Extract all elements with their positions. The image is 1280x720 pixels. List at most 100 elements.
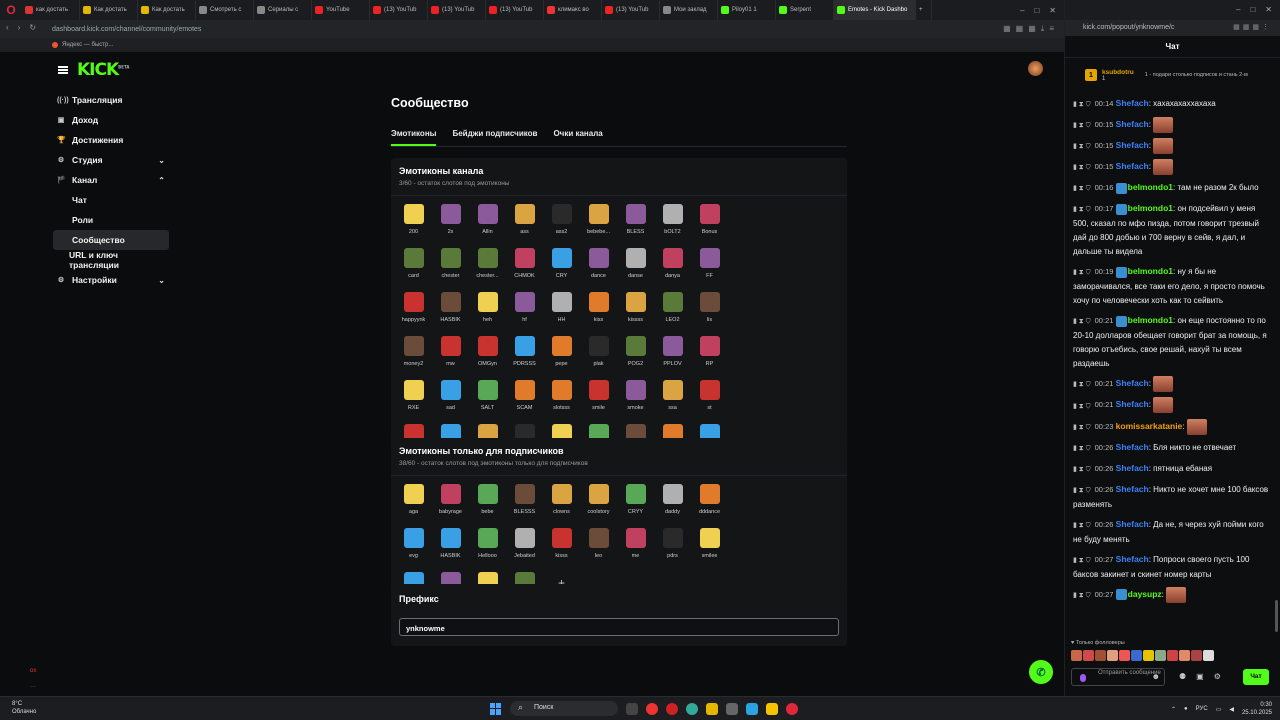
sidebar-item[interactable]: ((·)) Трансляция [53, 90, 169, 110]
language-indicator[interactable]: РУС [1196, 706, 1208, 712]
browser-tab[interactable]: YouTube [312, 0, 370, 20]
chat-fab-button[interactable]: ✆ [1029, 660, 1053, 684]
maximize-icon[interactable]: □ [1250, 5, 1255, 20]
page-tab[interactable]: Бейджи подписчиков [452, 129, 537, 146]
emote-item[interactable]: clowns [543, 482, 580, 522]
emote-item[interactable]: dance [580, 246, 617, 286]
sidebar-item[interactable]: 🏆 Достижения [53, 130, 169, 150]
extension-icon[interactable]: ▦ [1028, 24, 1036, 34]
quick-emote-image[interactable] [1131, 650, 1142, 661]
emote-item[interactable]: chester... [469, 246, 506, 286]
emote-item[interactable]: smile [580, 378, 617, 418]
volume-icon[interactable]: ◀ [1229, 706, 1234, 713]
emote-item[interactable]: lis [691, 290, 728, 330]
chevron-icon[interactable]: ⌄ [158, 276, 169, 285]
telegram-icon[interactable] [746, 702, 758, 715]
quick-emote-image[interactable] [1095, 650, 1106, 661]
forward-icon[interactable]: › [18, 23, 21, 32]
sidebar-item[interactable]: ▣ Доход [53, 110, 169, 130]
user-avatar[interactable] [1028, 61, 1043, 76]
emote-item[interactable]: ass2 [543, 202, 580, 242]
message-username[interactable]: Shefach [1116, 519, 1149, 529]
url-field[interactable]: dashboard.kick.com/channel/community/emo… [52, 26, 201, 33]
emote-item[interactable]: Allin [469, 202, 506, 242]
extensions-icon[interactable]: ▦▦▦⋮ [1233, 23, 1272, 31]
emote-item[interactable]: card [395, 246, 432, 286]
emote-item[interactable]: BLESS [617, 202, 654, 242]
emote-item[interactable]: HH [543, 290, 580, 330]
new-tab-button[interactable]: + [916, 0, 932, 20]
browser-tab[interactable]: климакс во [544, 0, 602, 20]
emote-item[interactable]: CRYY [617, 482, 654, 522]
emoji-icon[interactable]: ☻ [1152, 673, 1160, 681]
message-username[interactable]: belmondo1 [1128, 203, 1173, 213]
xbox-icon[interactable] [686, 702, 698, 715]
yandex-icon[interactable] [646, 702, 658, 715]
chat-scrollbar[interactable] [1275, 600, 1278, 632]
extension-icon[interactable]: ▦ [1003, 24, 1011, 34]
app-icon[interactable] [766, 702, 778, 715]
sidebar-item[interactable]: Роли [53, 210, 169, 230]
emote-item[interactable]: PPLOV [654, 334, 691, 374]
quick-emote-image[interactable] [1071, 650, 1082, 661]
opera-logo-icon[interactable]: O [0, 0, 22, 20]
emote-item[interactable]: babyrage [432, 482, 469, 522]
emote-item[interactable]: smoke [617, 378, 654, 418]
emote-item[interactable]: bebebe... [580, 202, 617, 242]
emote-item[interactable]: evg [395, 526, 432, 566]
menu-icon[interactable]: ≡ [1049, 24, 1054, 34]
message-username[interactable]: belmondo1 [1128, 266, 1173, 276]
emote-item[interactable]: ssa [654, 378, 691, 418]
emote-item[interactable]: hf [506, 290, 543, 330]
send-chat-button[interactable]: Чат [1243, 669, 1269, 685]
emote-item[interactable]: kisss [543, 526, 580, 566]
browser-tab[interactable]: (13) YouTub [602, 0, 660, 20]
quick-emote-image[interactable] [1191, 650, 1202, 661]
gift-icon[interactable]: ▣ [1196, 672, 1204, 681]
emote-item[interactable]: 200 [395, 202, 432, 242]
browser-tab[interactable]: Смотреть с [196, 0, 254, 20]
reload-icon[interactable]: ↻ [29, 23, 36, 32]
quick-emote-image[interactable] [1167, 650, 1178, 661]
sidebar-item[interactable]: ⚙ Настройки ⌄ [53, 270, 169, 290]
kick-logo[interactable]: KICKBETA [77, 60, 129, 80]
emote-item[interactable]: danya [654, 246, 691, 286]
prefix-input[interactable]: ynknowme [399, 618, 839, 636]
emote-item[interactable]: danse [617, 246, 654, 286]
message-username[interactable]: daysupz [1128, 589, 1162, 599]
pinned-gift-banner[interactable]: 1 ksubdotru 1 1 - подари столько подписо… [1065, 58, 1280, 92]
emote-item[interactable]: POG2 [617, 334, 654, 374]
emote-item[interactable]: happyynk [395, 290, 432, 330]
message-username[interactable]: belmondo1 [1128, 182, 1173, 192]
sidebar-item[interactable]: Чат [53, 190, 169, 210]
opera-icon[interactable] [786, 702, 798, 715]
message-username[interactable]: Shefach [1116, 554, 1149, 564]
emote-item[interactable]: FF [691, 246, 728, 286]
message-username[interactable]: Shefach [1116, 484, 1149, 494]
emote-item[interactable]: me [617, 526, 654, 566]
quick-emote-image[interactable] [1155, 650, 1166, 661]
sidebar-icon[interactable]: ox [30, 668, 36, 674]
emote-item[interactable]: bebe [469, 482, 506, 522]
chat-url[interactable]: kick.com/popout/ynknowme/c [1083, 24, 1174, 31]
settings-icon[interactable]: ⚙ [1214, 672, 1221, 681]
extension-icon[interactable]: ▦ [1016, 24, 1024, 34]
page-tab[interactable]: Эмотиконы [391, 129, 437, 146]
back-icon[interactable]: ‹ [6, 23, 9, 32]
message-username[interactable]: Shefach [1116, 161, 1149, 171]
chevron-up-icon[interactable]: ⌃ [1171, 706, 1176, 713]
emote-item[interactable]: Hellooo [469, 526, 506, 566]
emote-item[interactable]: OMGyn [469, 334, 506, 374]
emote-item[interactable]: coolstory [580, 482, 617, 522]
chevron-icon[interactable]: ⌃ [158, 176, 169, 185]
emote-item[interactable]: sad [432, 378, 469, 418]
start-icon[interactable] [490, 702, 502, 715]
hamburger-menu-icon[interactable] [58, 66, 68, 74]
browser-tab[interactable]: (13) YouTub [428, 0, 486, 20]
message-username[interactable]: Shefach [1116, 119, 1149, 129]
chevron-icon[interactable]: ⌄ [158, 156, 169, 165]
more-icon[interactable]: ··· [30, 684, 36, 690]
message-username[interactable]: Shefach [1116, 400, 1149, 410]
browser-tab[interactable]: Как достать [138, 0, 196, 20]
explorer-icon[interactable] [706, 702, 718, 715]
